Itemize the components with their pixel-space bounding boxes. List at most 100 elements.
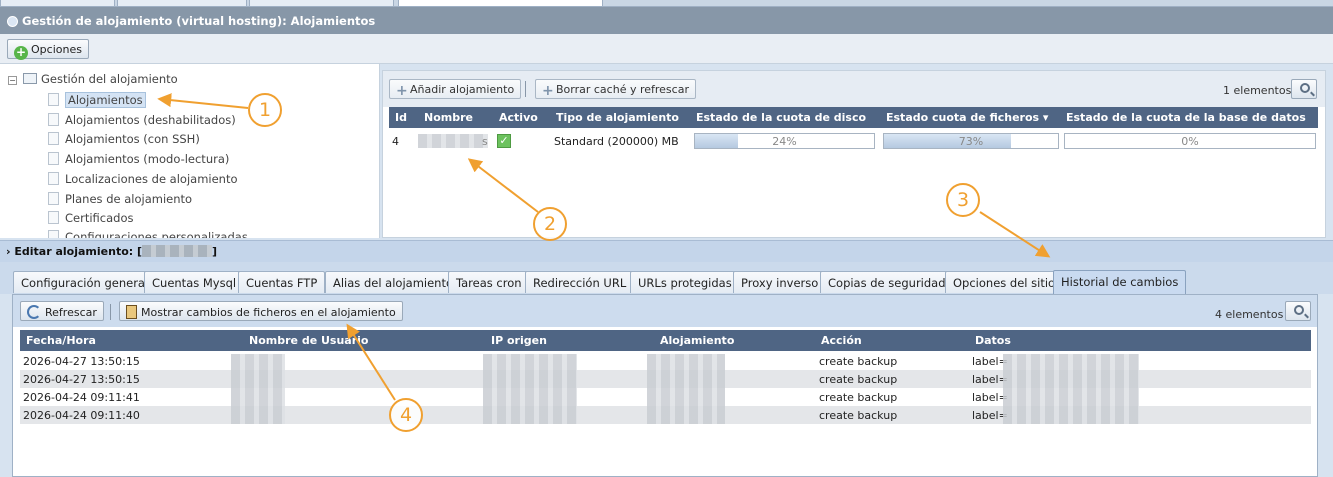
col-fecha-hora[interactable]: Fecha/Hora: [26, 334, 96, 347]
hosting-search-button[interactable]: [1291, 79, 1317, 99]
refresh-label: Refrescar: [45, 306, 97, 319]
tree-item-label: Localizaciones de alojamiento: [65, 172, 238, 186]
document-icon: [48, 132, 59, 145]
tree-item-deshabilitados[interactable]: Alojamientos (deshabilitados): [48, 113, 236, 127]
row-date: 2026-04-24 09:11:41: [23, 391, 140, 404]
document-icon: [48, 93, 59, 106]
row-action: create backup: [819, 391, 898, 404]
col-disk-quota[interactable]: Estado de la cuota de disco: [696, 111, 866, 124]
add-hosting-label: Añadir alojamiento: [410, 83, 515, 96]
files-quota-percent: 73%: [958, 135, 984, 148]
top-tab-1[interactable]: [0, 0, 115, 7]
clear-cache-button[interactable]: + Borrar caché y refrescar: [535, 79, 696, 99]
hosting-table-header: Id Nombre Activo Tipo de alojamiento Est…: [389, 107, 1318, 128]
top-tab-strip: [0, 0, 1333, 7]
row-action: create backup: [819, 409, 898, 422]
tree-item-label: Planes de alojamiento: [65, 192, 193, 206]
col-datos[interactable]: Datos: [975, 334, 1011, 347]
redacted-hosting-title: [142, 245, 213, 257]
row-date: 2026-04-27 13:50:15: [23, 373, 140, 386]
col-activo[interactable]: Activo: [499, 111, 538, 124]
disk-quota-percent: 24%: [772, 135, 797, 148]
history-search-button[interactable]: [1285, 301, 1311, 321]
col-files-quota[interactable]: Estado cuota de ficheros ▾: [886, 111, 1048, 124]
tree-item-modo-lectura[interactable]: Alojamientos (modo-lectura): [48, 152, 229, 166]
add-hosting-button[interactable]: + Añadir alojamiento: [389, 79, 522, 99]
col-db-quota[interactable]: Estado de la cuota de la base de datos: [1066, 111, 1306, 124]
col-nombre[interactable]: Nombre: [424, 111, 473, 124]
gear-icon: [7, 16, 18, 27]
clear-cache-label: Borrar caché y refrescar: [556, 83, 689, 96]
tree-item-planes[interactable]: Planes de alojamiento: [48, 192, 192, 206]
hosting-row[interactable]: 4 s ✓ Standard (200000) MB 24% 73% 0%: [389, 132, 1318, 150]
edit-hosting-label-end: ]: [212, 245, 218, 258]
redacted-hostings: [647, 354, 725, 424]
show-file-changes-label: Mostrar cambios de ficheros en el alojam…: [141, 306, 396, 319]
db-quota-bar: 0%: [1064, 133, 1316, 149]
edit-tabs: Configuración general Cuentas Mysql Cuen…: [0, 262, 1333, 294]
show-file-changes-button[interactable]: Mostrar cambios de ficheros en el alojam…: [119, 301, 403, 321]
tree-item-label: Alojamientos (modo-lectura): [65, 152, 230, 166]
col-tipo[interactable]: Tipo de alojamiento: [556, 111, 679, 124]
plus-icon: +: [542, 83, 554, 99]
options-button-label: Opciones: [31, 43, 82, 56]
history-count: 4 elementos |: [1215, 308, 1291, 321]
files-quota-bar: 73%: [883, 133, 1059, 149]
tab-cuentas-ftp[interactable]: Cuentas FTP: [238, 271, 326, 293]
redacted-ip-addresses: [483, 354, 577, 424]
annotation-circle-1: 1: [248, 93, 282, 127]
col-accion[interactable]: Acción: [821, 334, 862, 347]
tab-historial-cambios[interactable]: Historial de cambios: [1053, 270, 1187, 294]
tab-opciones-sitio[interactable]: Opciones del sitio: [945, 271, 1064, 293]
document-icon: [48, 211, 59, 224]
tree-item-localizaciones[interactable]: Localizaciones de alojamiento: [48, 172, 238, 186]
hosting-count: 1 elementos |: [1223, 84, 1299, 97]
folder-icon: [23, 73, 37, 84]
tab-redireccion-url[interactable]: Redirección URL: [525, 271, 635, 293]
tree-item-label: Alojamientos: [65, 92, 146, 108]
refresh-icon: [27, 305, 41, 319]
redacted-data-labels: [1003, 354, 1139, 424]
tree-item-certificados[interactable]: Certificados: [48, 211, 133, 225]
toolbar-separator: [110, 304, 111, 320]
tree-item-label: Certificados: [65, 211, 134, 225]
tab-proxy-inverso[interactable]: Proxy inverso: [733, 271, 827, 293]
magnifier-icon: [1294, 305, 1304, 315]
tree-root-label: Gestión del alojamiento: [41, 72, 178, 86]
tree-item-label: Alojamientos (deshabilitados): [65, 113, 236, 127]
hosting-name-suffix: s: [482, 135, 488, 148]
tab-urls-protegidas[interactable]: URLs protegidas: [630, 271, 740, 293]
tab-cuentas-mysql[interactable]: Cuentas Mysql: [144, 271, 245, 293]
refresh-button[interactable]: Refrescar: [20, 301, 104, 321]
document-icon: [48, 152, 59, 165]
row-action: create backup: [819, 373, 898, 386]
col-ip-origen[interactable]: IP origen: [491, 334, 547, 347]
top-tab-3[interactable]: [249, 0, 394, 7]
tab-configuracion-general[interactable]: Configuración general: [13, 271, 157, 293]
document-icon: [48, 172, 59, 185]
tab-tareas-cron[interactable]: Tareas cron: [448, 271, 530, 293]
edit-hosting-label: Editar alojamiento: [: [14, 245, 143, 258]
top-tab-2[interactable]: [117, 0, 247, 7]
edit-hosting-bar[interactable]: › Editar alojamiento: []: [0, 240, 1333, 262]
tab-alias[interactable]: Alias del alojamiento: [325, 271, 462, 293]
tree-item-configuraciones[interactable]: Configuraciones personalizadas: [48, 230, 248, 238]
toolbar-separator: [525, 81, 526, 97]
tab-copias-seguridad[interactable]: Copias de seguridad: [820, 271, 954, 293]
col-alojamiento[interactable]: Alojamiento: [660, 334, 734, 347]
tree-item-alojamientos[interactable]: Alojamientos: [48, 92, 146, 108]
col-usuario[interactable]: Nombre de Usuario: [249, 334, 368, 347]
col-id[interactable]: Id: [395, 111, 407, 124]
active-check-icon: ✓: [497, 134, 511, 148]
tree-item-ssh[interactable]: Alojamientos (con SSH): [48, 132, 200, 146]
top-tab-4[interactable]: [398, 0, 603, 7]
disk-quota-bar: 24%: [694, 133, 875, 149]
window-title: Gestión de alojamiento (virtual hosting)…: [22, 14, 376, 28]
options-button[interactable]: + Opciones: [7, 39, 89, 60]
navigation-tree: − Gestión del alojamiento Alojamientos Al…: [0, 64, 380, 238]
tree-item-label: Alojamientos (con SSH): [65, 132, 200, 146]
hosting-id: 4: [392, 135, 399, 148]
collapse-icon[interactable]: −: [8, 76, 17, 85]
tree-root[interactable]: − Gestión del alojamiento: [8, 72, 178, 86]
main-toolbar: + Opciones: [0, 34, 1333, 64]
